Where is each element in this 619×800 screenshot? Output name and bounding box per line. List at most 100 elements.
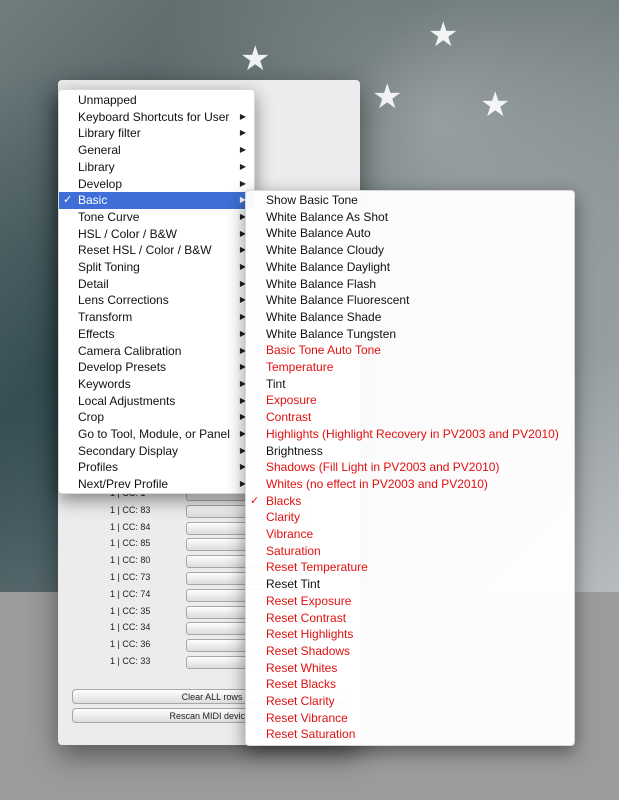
submenu-item-label: Brightness xyxy=(266,443,323,458)
submenu-item-tint[interactable]: Tint xyxy=(246,376,574,393)
submenu-item-white-balance-auto[interactable]: White Balance Auto xyxy=(246,225,574,242)
menu-item-library-filter[interactable]: Library filter ▶ xyxy=(59,125,254,142)
submenu-item-label: Reset Temperature xyxy=(266,560,368,575)
menu-item-label: Secondary Display xyxy=(78,443,179,458)
submenu-arrow-icon: ▶ xyxy=(239,178,246,188)
menu-item-basic[interactable]: ✓ Basic ▶ xyxy=(59,192,254,209)
submenu-item-basic-tone-auto-tone[interactable]: Basic Tone Auto Tone xyxy=(246,342,574,359)
menu-item-label: Next/Prev Profile xyxy=(78,477,169,492)
menu-item-label: Effects xyxy=(78,326,115,341)
submenu-item-reset-temperature[interactable]: Reset Temperature xyxy=(246,559,574,576)
menu-item-label: Detail xyxy=(78,276,109,291)
submenu-item-label: White Balance As Shot xyxy=(266,209,389,224)
basic-submenu: Show Basic Tone White Balance As Shot Whit… xyxy=(245,190,575,746)
menu-item-reset-hsl-color-bandw[interactable]: Reset HSL / Color / B&W ▶ xyxy=(59,242,254,259)
submenu-item-reset-exposure[interactable]: Reset Exposure xyxy=(246,593,574,610)
submenu-item-brightness[interactable]: Brightness xyxy=(246,443,574,460)
submenu-item-label: Reset Vibrance xyxy=(266,710,348,725)
submenu-item-label: Reset Tint xyxy=(266,577,321,592)
menu-item-label: Keywords xyxy=(78,376,131,391)
menu-item-label: HSL / Color / B&W xyxy=(78,226,177,241)
submenu-item-reset-saturation[interactable]: Reset Saturation xyxy=(246,726,574,743)
menu-item-label: Transform xyxy=(78,310,133,325)
submenu-item-reset-tint[interactable]: Reset Tint xyxy=(246,576,574,593)
submenu-arrow-icon: ▶ xyxy=(239,145,246,155)
menu-item-label: Unmapped xyxy=(78,93,137,107)
submenu-item-white-balance-as-shot[interactable]: White Balance As Shot xyxy=(246,209,574,226)
submenu-item-reset-contrast[interactable]: Reset Contrast xyxy=(246,610,574,627)
submenu-item-reset-blacks[interactable]: Reset Blacks xyxy=(246,676,574,693)
submenu-item-highlights-highlight-recovery-in-pv2003-and-pv2010[interactable]: Highlights (Highlight Recovery in PV2003… xyxy=(246,426,574,443)
submenu-item-reset-shadows[interactable]: Reset Shadows xyxy=(246,643,574,660)
submenu-item-white-balance-daylight[interactable]: White Balance Daylight xyxy=(246,259,574,276)
menu-item-develop-presets[interactable]: Develop Presets ▶ xyxy=(59,359,254,376)
submenu-item-reset-clarity[interactable]: Reset Clarity xyxy=(246,693,574,710)
submenu-item-white-balance-shade[interactable]: White Balance Shade xyxy=(246,309,574,326)
menu-item-transform[interactable]: Transform ▶ xyxy=(59,309,254,326)
submenu-item-label: Reset Clarity xyxy=(266,694,335,708)
menu-item-library[interactable]: Library ▶ xyxy=(59,159,254,176)
menu-item-label: Lens Corrections xyxy=(78,293,169,308)
category-menu: Unmapped Keyboard Shortcuts for User ▶ Libr… xyxy=(58,89,255,494)
submenu-item-label: Reset Whites xyxy=(266,660,338,675)
menu-item-crop[interactable]: Crop ▶ xyxy=(59,409,254,426)
menu-item-detail[interactable]: Detail ▶ xyxy=(59,276,254,293)
submenu-item-whites-no-effect-in-pv2003-and-pv2010[interactable]: Whites (no effect in PV2003 and PV2010) xyxy=(246,476,574,493)
menu-item-local-adjustments[interactable]: Local Adjustments ▶ xyxy=(59,393,254,410)
submenu-item-saturation[interactable]: Saturation xyxy=(246,543,574,560)
submenu-item-clarity[interactable]: Clarity xyxy=(246,509,574,526)
submenu-item-label: Reset Shadows xyxy=(266,643,351,658)
submenu-item-label: Saturation xyxy=(266,543,321,558)
menu-item-next-prev-profile[interactable]: Next/Prev Profile ▶ xyxy=(59,476,254,493)
submenu-item-reset-whites[interactable]: Reset Whites xyxy=(246,660,574,677)
submenu-item-reset-highlights[interactable]: Reset Highlights xyxy=(246,626,574,643)
submenu-item-white-balance-cloudy[interactable]: White Balance Cloudy xyxy=(246,242,574,259)
menu-item-label: Library filter xyxy=(78,126,141,141)
submenu-item-exposure[interactable]: Exposure xyxy=(246,392,574,409)
submenu-item-label: Reset Highlights xyxy=(266,627,354,642)
menu-item-develop[interactable]: Develop ▶ xyxy=(59,176,254,193)
submenu-arrow-icon: ▶ xyxy=(239,128,246,138)
submenu-item-blacks[interactable]: ✓ Blacks xyxy=(246,493,574,510)
submenu-item-label: White Balance Cloudy xyxy=(266,243,385,258)
submenu-item-temperature[interactable]: Temperature xyxy=(246,359,574,376)
menu-item-label: Develop xyxy=(78,176,123,191)
submenu-item-shadows-fill-light-in-pv2003-and-pv2010[interactable]: Shadows (Fill Light in PV2003 and PV2010… xyxy=(246,459,574,476)
menu-item-lens-corrections[interactable]: Lens Corrections ▶ xyxy=(59,292,254,309)
submenu-item-label: White Balance Shade xyxy=(266,309,382,324)
submenu-item-label: White Balance Fluorescent xyxy=(266,293,410,308)
menu-item-label: Reset HSL / Color / B&W xyxy=(78,243,212,258)
submenu-item-label: Whites (no effect in PV2003 and PV2010) xyxy=(266,476,488,491)
menu-item-split-toning[interactable]: Split Toning ▶ xyxy=(59,259,254,276)
menu-item-effects[interactable]: Effects ▶ xyxy=(59,326,254,343)
submenu-item-white-balance-tungsten[interactable]: White Balance Tungsten xyxy=(246,326,574,343)
submenu-item-reset-vibrance[interactable]: Reset Vibrance xyxy=(246,710,574,727)
menu-item-label: Local Adjustments xyxy=(78,393,176,408)
submenu-arrow-icon: ▶ xyxy=(239,161,246,171)
menu-item-label: Tone Curve xyxy=(78,209,140,224)
menu-item-tone-curve[interactable]: Tone Curve ▶ xyxy=(59,209,254,226)
menu-item-secondary-display[interactable]: Secondary Display ▶ xyxy=(59,443,254,460)
submenu-item-label: Contrast xyxy=(266,410,312,425)
submenu-item-white-balance-flash[interactable]: White Balance Flash xyxy=(246,276,574,293)
submenu-item-contrast[interactable]: Contrast xyxy=(246,409,574,426)
submenu-item-show-basic-tone[interactable]: Show Basic Tone xyxy=(246,192,574,209)
menu-item-label: Crop xyxy=(78,410,105,425)
submenu-item-label: White Balance Tungsten xyxy=(266,326,397,341)
star-decoration-icon: ★ xyxy=(428,15,459,55)
submenu-item-vibrance[interactable]: Vibrance xyxy=(246,526,574,543)
menu-item-keyboard-shortcuts-for-user[interactable]: Keyboard Shortcuts for User ▶ xyxy=(59,109,254,126)
menu-item-camera-calibration[interactable]: Camera Calibration ▶ xyxy=(59,343,254,360)
menu-item-profiles[interactable]: Profiles ▶ xyxy=(59,459,254,476)
submenu-item-label: Reset Saturation xyxy=(266,727,356,742)
star-decoration-icon: ★ xyxy=(372,77,403,117)
star-decoration-icon: ★ xyxy=(240,39,271,79)
submenu-item-white-balance-fluorescent[interactable]: White Balance Fluorescent xyxy=(246,292,574,309)
menu-item-go-to-tool-module-or-panel[interactable]: Go to Tool, Module, or Panel ▶ xyxy=(59,426,254,443)
menu-item-unmapped[interactable]: Unmapped xyxy=(59,92,254,109)
checkmark-icon: ✓ xyxy=(63,194,73,207)
menu-item-hsl-color-bandw[interactable]: HSL / Color / B&W ▶ xyxy=(59,226,254,243)
menu-item-keywords[interactable]: Keywords ▶ xyxy=(59,376,254,393)
menu-item-general[interactable]: General ▶ xyxy=(59,142,254,159)
checkmark-icon: ✓ xyxy=(250,494,260,507)
